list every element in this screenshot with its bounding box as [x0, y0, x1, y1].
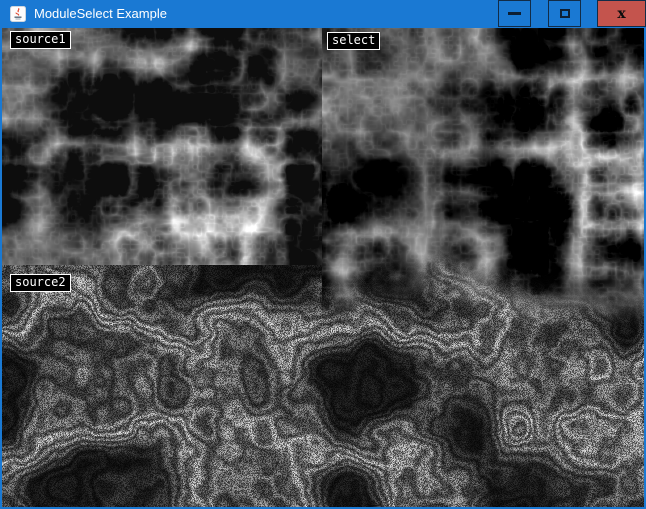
source2-label: source2: [10, 274, 71, 292]
select-label: select: [327, 32, 380, 50]
titlebar[interactable]: ModuleSelect Example x: [0, 0, 646, 28]
minimize-icon: [508, 12, 521, 15]
source1-label: source1: [10, 31, 71, 49]
render-viewport: source1 select source2: [2, 28, 644, 507]
source1-inset-canvas: [2, 28, 322, 265]
maximize-icon: [560, 9, 570, 18]
java-app-icon: [10, 6, 26, 22]
close-button[interactable]: x: [597, 0, 646, 27]
window-title: ModuleSelect Example: [34, 0, 167, 28]
source2-inset-canvas: [2, 265, 322, 507]
maximize-button[interactable]: [548, 0, 581, 27]
app-window: ModuleSelect Example x source1 select so…: [0, 0, 646, 509]
close-icon: x: [617, 7, 625, 21]
minimize-button[interactable]: [498, 0, 531, 27]
